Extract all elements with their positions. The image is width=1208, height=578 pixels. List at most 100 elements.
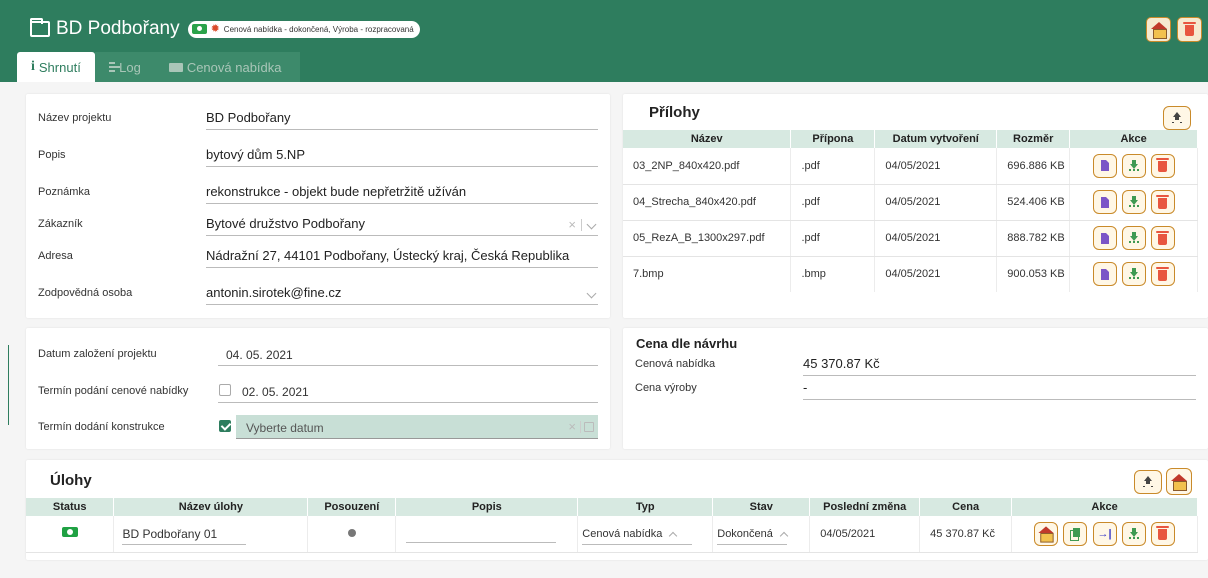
trash-icon xyxy=(1156,526,1170,541)
calendar-icon[interactable] xyxy=(584,422,594,432)
delete-button[interactable] xyxy=(1150,190,1175,214)
delivery-date-picker[interactable]: Vyberte datum × xyxy=(236,415,598,439)
column-header: Přípona xyxy=(790,130,876,148)
upload-button[interactable] xyxy=(1163,106,1191,130)
trash-icon xyxy=(1183,22,1196,36)
task-type-value: Cenová nabídka xyxy=(582,527,663,540)
column-header: Datum vytvoření xyxy=(874,130,998,148)
status-dot-icon xyxy=(347,528,356,537)
trash-icon xyxy=(1156,158,1170,173)
table-header-row: Status Název úlohy Posouzení Popis Typ S… xyxy=(26,498,1198,516)
task-name-input[interactable]: BD Podbořany 01 xyxy=(122,523,247,545)
tab-summary-label: Shrnutí xyxy=(38,59,81,75)
house-button[interactable] xyxy=(1146,17,1171,42)
field-responsible: Zodpovědná osoba antonin.sirotek@fine.cz xyxy=(38,277,598,305)
customer-select[interactable]: Bytové družstvo Podbořany xyxy=(206,212,598,236)
description-input[interactable]: bytový dům 5.NP xyxy=(206,143,598,167)
download-button[interactable] xyxy=(1121,521,1146,546)
view-button[interactable] xyxy=(1092,226,1117,250)
task-type-select[interactable]: Cenová nabídka xyxy=(582,523,693,545)
field-label: Termín dodání konstrukce xyxy=(38,421,165,433)
row-actions xyxy=(1069,184,1198,221)
document-icon xyxy=(1100,160,1109,172)
tab-log[interactable]: Log xyxy=(94,52,155,82)
created-date-input[interactable]: 04. 05. 2021 xyxy=(218,342,598,366)
money-icon xyxy=(61,527,78,538)
address-input[interactable]: Nádražní 27, 44101 Podbořany, Ústecký kr… xyxy=(206,244,598,268)
field-created-date: Datum založení projektu 04. 05. 2021 xyxy=(38,338,598,366)
download-button[interactable] xyxy=(1121,262,1146,287)
column-header: Název úlohy xyxy=(113,498,309,516)
column-header: Typ xyxy=(577,498,714,516)
copy-button[interactable] xyxy=(1063,521,1088,546)
arrow-right-icon: →| xyxy=(1097,527,1112,540)
trash-icon xyxy=(1156,230,1170,245)
column-header: Akce xyxy=(1069,130,1198,148)
document-icon xyxy=(1100,268,1109,280)
delete-button[interactable] xyxy=(1150,226,1175,250)
task-status xyxy=(26,516,115,553)
task-desc-input[interactable] xyxy=(406,521,557,544)
project-name-input[interactable]: BD Podbořany xyxy=(206,106,598,130)
field-production-price: Cena výroby - xyxy=(635,372,1196,400)
download-button[interactable] xyxy=(1121,190,1146,214)
file-name: 03_2NP_840x420.pdf xyxy=(623,148,792,185)
open-button[interactable]: →| xyxy=(1092,521,1117,546)
view-button[interactable] xyxy=(1092,262,1117,287)
side-indicator xyxy=(8,345,9,425)
view-button[interactable] xyxy=(1092,190,1117,214)
field-customer: Zákazník Bytové družstvo Podbořany × xyxy=(38,208,598,236)
download-button[interactable] xyxy=(1121,226,1146,250)
delete-button[interactable] xyxy=(1150,262,1175,287)
attachments-table: Název Přípona Datum vytvoření Rozměr Akc… xyxy=(623,130,1198,292)
delete-button[interactable] xyxy=(1150,521,1175,546)
offer-date-checkbox[interactable] xyxy=(219,384,231,396)
download-button[interactable] xyxy=(1121,153,1146,178)
add-house-button[interactable] xyxy=(1166,468,1192,495)
table-row: 7.bmp .bmp 04/05/2021 900.053 KB xyxy=(623,256,1198,292)
tab-price-offer[interactable]: Cenová nabídka xyxy=(154,52,300,82)
table-row: 03_2NP_840x420.pdf .pdf 04/05/2021 696.8… xyxy=(623,148,1198,185)
delivery-date-checkbox[interactable] xyxy=(219,420,231,432)
row-actions xyxy=(1069,220,1198,257)
file-size: 888.782 KB xyxy=(996,220,1071,257)
field-label: Popis xyxy=(38,149,66,161)
view-button[interactable] xyxy=(1092,153,1117,178)
tab-summary[interactable]: i Shrnutí xyxy=(17,52,95,82)
table-row: BD Podbořany 01 Cenová nabídka Dokončená… xyxy=(26,516,1198,553)
clear-icon[interactable]: × xyxy=(568,217,576,232)
tab-bar: i Shrnutí Log Cenová nabídka xyxy=(17,52,300,82)
money-icon xyxy=(168,62,183,72)
responsible-select[interactable]: antonin.sirotek@fine.cz xyxy=(206,281,598,305)
delete-project-button[interactable] xyxy=(1177,17,1202,42)
delete-button[interactable] xyxy=(1150,153,1175,178)
chevron-up-icon xyxy=(669,531,678,540)
field-label: Zodpovědná osoba xyxy=(38,287,133,299)
file-ext: .pdf xyxy=(790,148,876,185)
column-header: Stav xyxy=(712,498,811,516)
field-label: Adresa xyxy=(38,250,73,262)
column-header: Poslední změna xyxy=(809,498,921,516)
note-input[interactable]: rekonstrukce - objekt bude nepřetržitě u… xyxy=(206,180,598,204)
tasks-card: Úlohy Status Název úlohy Posouzení Popis… xyxy=(26,460,1208,560)
file-name: 04_Strecha_840x420.pdf xyxy=(623,184,792,221)
list-icon xyxy=(108,62,121,72)
money-icon xyxy=(191,24,207,34)
clear-icon[interactable]: × xyxy=(568,419,576,434)
house-button[interactable] xyxy=(1034,521,1059,546)
upload-task-button[interactable] xyxy=(1134,470,1162,494)
project-info-card: Název projektu BD Podbořany Popis bytový… xyxy=(26,94,610,318)
upload-icon xyxy=(1171,112,1183,124)
divider xyxy=(580,421,581,433)
file-size: 696.886 KB xyxy=(996,148,1071,185)
field-project-name: Název projektu BD Podbořany xyxy=(38,102,598,130)
info-icon: i xyxy=(31,59,35,74)
field-delivery-date: Termín dodání konstrukce Vyberte datum × xyxy=(38,411,598,439)
field-note: Poznámka rekonstrukce - objekt bude nepř… xyxy=(38,176,598,204)
task-assessment xyxy=(307,516,397,553)
task-state-select[interactable]: Dokončená xyxy=(717,523,789,545)
field-offer-date: Termín podání cenové nabídky 02. 05. 202… xyxy=(38,375,598,403)
table-row: 04_Strecha_840x420.pdf .pdf 04/05/2021 5… xyxy=(623,184,1198,221)
chevron-up-icon xyxy=(779,531,789,540)
offer-date-input[interactable]: 02. 05. 2021 xyxy=(218,379,598,403)
